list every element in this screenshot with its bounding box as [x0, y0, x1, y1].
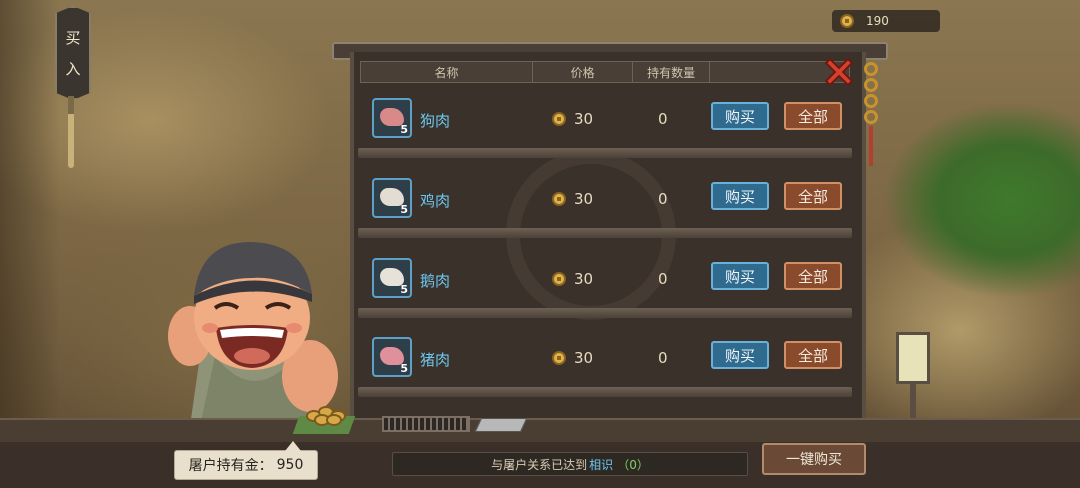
item-count: 5 — [400, 123, 408, 136]
item-name: 猪肉 — [420, 351, 451, 369]
tassel-decoration — [68, 96, 74, 168]
coin-icon — [552, 192, 566, 206]
buy-mode-sign: 买 入 — [55, 6, 91, 100]
item-price-value: 30 — [574, 270, 594, 288]
buy-all-button[interactable]: 全部 — [784, 341, 842, 369]
item-count: 5 — [400, 203, 408, 216]
sign-char-2: 入 — [65, 60, 81, 78]
butcher-gold-value: 950 — [276, 457, 304, 473]
abacus-icon — [382, 416, 470, 432]
item-price: 30 — [552, 110, 593, 128]
table-header: 名称 价格 持有数量 — [360, 61, 850, 83]
item-price-value: 30 — [574, 110, 594, 128]
cleaver-icon — [474, 418, 528, 432]
coin-pile-icon — [304, 404, 348, 426]
item-count: 5 — [400, 362, 408, 375]
item-price: 30 — [552, 349, 593, 367]
item-held: 0 — [658, 270, 668, 288]
shelf — [358, 228, 852, 238]
shelf — [358, 308, 852, 318]
player-gold-display: 190 — [832, 10, 940, 32]
item-price: 30 — [552, 190, 593, 208]
item-price-value: 30 — [574, 349, 594, 367]
coin-icon — [552, 351, 566, 365]
relation-status-bar: 与屠户关系已达到 相识 （0） — [392, 452, 748, 476]
relation-value: （0） — [617, 457, 649, 472]
lantern-post — [910, 384, 916, 418]
sign-char-1: 买 — [65, 29, 81, 47]
shop-row-1: 5 鸡肉 30 0 购买 全部 — [358, 172, 852, 238]
item-held: 0 — [658, 349, 668, 367]
buy-all-button[interactable]: 全部 — [784, 182, 842, 210]
buy-button[interactable]: 购买 — [711, 102, 769, 130]
item-count: 5 — [400, 283, 408, 296]
close-icon[interactable] — [822, 55, 856, 89]
item-icon-chicken[interactable]: 5 — [372, 178, 412, 218]
coin-icon — [840, 14, 854, 28]
coin-icon — [552, 272, 566, 286]
shop-row-0: 5 狗肉 30 0 购买 全部 — [358, 92, 852, 158]
lantern-icon — [896, 332, 930, 384]
item-name: 鸡肉 — [420, 192, 451, 210]
shop-row-2: 5 鹅肉 30 0 购买 全部 — [358, 252, 852, 318]
butcher-gold-tooltip: 屠户持有金： 950 — [174, 441, 318, 480]
shelf — [358, 387, 852, 397]
header-price: 价格 — [533, 62, 634, 82]
item-held: 0 — [658, 110, 668, 128]
item-price: 30 — [552, 270, 593, 288]
header-name: 名称 — [361, 62, 533, 82]
item-icon-dog-meat[interactable]: 5 — [372, 98, 412, 138]
buy-all-button[interactable]: 全部 — [784, 102, 842, 130]
buy-all-button[interactable]: 全部 — [784, 262, 842, 290]
coin-chain-decoration — [864, 62, 878, 166]
background-shade — [0, 0, 60, 486]
shop-row-3: 5 猪肉 30 0 购买 全部 — [358, 331, 852, 397]
item-icon-pork[interactable]: 5 — [372, 337, 412, 377]
coin-icon — [552, 112, 566, 126]
player-gold-value: 190 — [866, 14, 889, 28]
item-icon-goose[interactable]: 5 — [372, 258, 412, 298]
item-held: 0 — [658, 190, 668, 208]
header-held: 持有数量 — [633, 62, 710, 82]
item-name: 鹅肉 — [420, 272, 451, 290]
buy-button[interactable]: 购买 — [711, 182, 769, 210]
item-price-value: 30 — [574, 190, 594, 208]
butcher-portrait — [168, 241, 338, 426]
relation-level: 相识 — [589, 457, 614, 472]
relation-text: 与屠户关系已达到 — [491, 457, 588, 472]
item-name: 狗肉 — [420, 112, 451, 130]
buy-button[interactable]: 购买 — [711, 262, 769, 290]
butcher-gold-label: 屠户持有金： — [188, 458, 273, 474]
shelf — [358, 148, 852, 158]
buy-button[interactable]: 购买 — [711, 341, 769, 369]
one-key-buy-button[interactable]: 一键购买 — [762, 443, 866, 475]
